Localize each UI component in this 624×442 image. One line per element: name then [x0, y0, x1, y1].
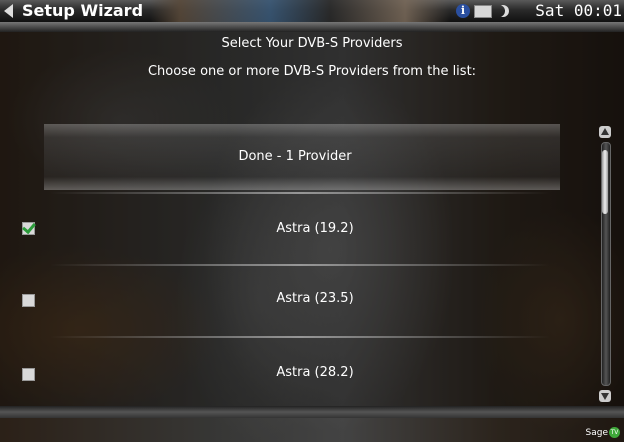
scroll-down-arrow-icon[interactable]	[599, 390, 611, 402]
wizard-instructions: Choose one or more DVB-S Providers from …	[147, 64, 477, 79]
wizard-heading: Select Your DVB-S Providers	[221, 36, 403, 51]
list-item[interactable]: Astra (23.5)	[0, 262, 590, 334]
top-chrome-divider	[0, 22, 624, 32]
clock: Sat 00:01	[535, 1, 622, 20]
footer: Sage TV	[0, 418, 624, 442]
checkbox-unchecked-icon[interactable]	[22, 294, 35, 307]
status-icons: i	[456, 3, 505, 19]
back-arrow-icon[interactable]	[4, 4, 13, 18]
scrollbar[interactable]	[597, 126, 613, 402]
bottom-chrome-divider	[0, 406, 624, 418]
list-item[interactable]: Astra (19.2)	[0, 192, 590, 264]
logo-text: Sage	[585, 427, 608, 438]
list-item-label: Astra (28.2)	[276, 364, 354, 380]
done-button-label: Done - 1 Provider	[238, 148, 352, 164]
sagetv-logo: Sage TV	[586, 427, 620, 438]
page-title: Setup Wizard	[22, 1, 144, 20]
title-bar-background-strip	[150, 0, 450, 22]
info-icon: i	[456, 4, 470, 18]
title-bar: Setup Wizard i Sat 00:01	[0, 0, 624, 22]
scroll-up-arrow-icon[interactable]	[599, 126, 611, 138]
provider-list: Done - 1 Provider Astra (19.2) Astra (23…	[0, 116, 590, 412]
done-button[interactable]: Done - 1 Provider	[0, 120, 590, 192]
scrollbar-thumb[interactable]	[602, 150, 608, 214]
list-item[interactable]: Astra (28.2)	[0, 336, 590, 408]
logo-badge: TV	[609, 427, 620, 438]
checkbox-unchecked-icon[interactable]	[22, 368, 35, 381]
moon-icon	[493, 5, 505, 17]
list-item-label: Astra (23.5)	[276, 290, 354, 306]
list-item-label: Astra (19.2)	[276, 220, 354, 236]
checkbox-checked-icon[interactable]	[22, 222, 35, 235]
mail-icon	[474, 4, 492, 18]
